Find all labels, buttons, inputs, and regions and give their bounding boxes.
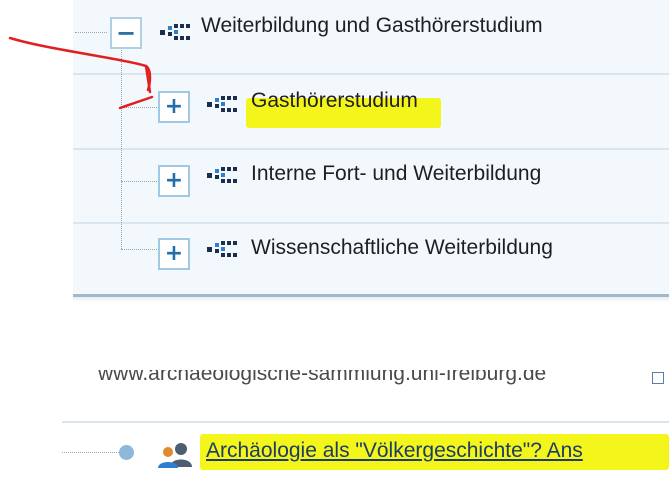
tree-connector <box>62 452 119 453</box>
cutoff-link-row: www.archaeologische-sammlung.uni-freibur… <box>90 370 669 400</box>
publication-link[interactable]: Archäologie als "Völkergeschichte"? Ans <box>206 438 583 464</box>
red-arrow-annotation <box>8 36 154 110</box>
external-link-icon <box>652 372 664 384</box>
people-icon <box>158 443 192 468</box>
screen: − Weiterbildung und Gasthörerstudium + G… <box>0 0 669 483</box>
row-divider <box>62 421 669 423</box>
bullet-dot-icon <box>119 445 134 460</box>
external-link[interactable]: www.archaeologische-sammlung.uni-freibur… <box>98 370 546 387</box>
